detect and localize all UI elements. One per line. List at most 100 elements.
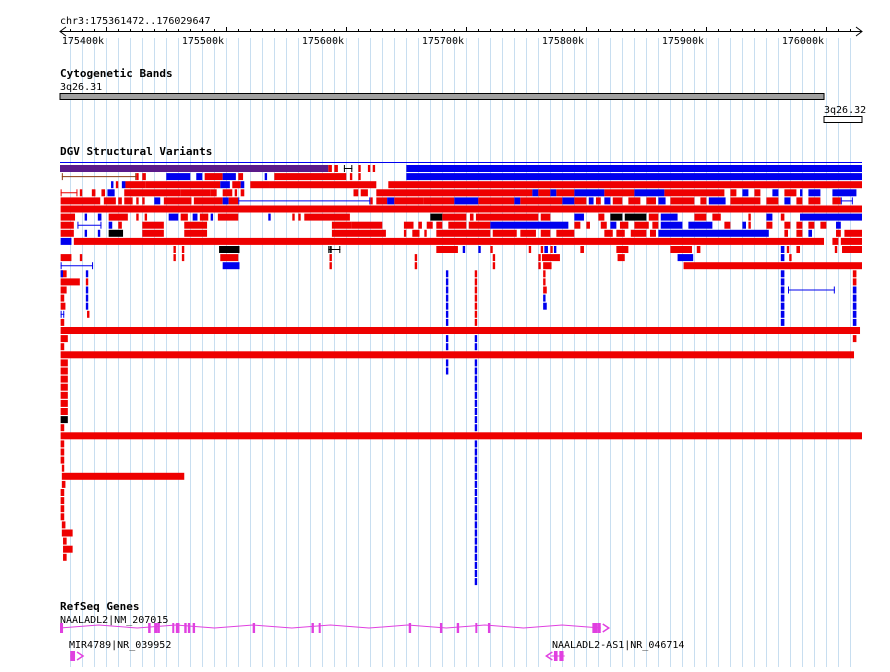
gene-exon[interactable] [311,623,314,633]
structural-variant[interactable] [166,173,191,181]
structural-variant[interactable] [478,197,515,205]
gene-exon[interactable] [439,623,443,633]
dgv-track[interactable] [60,162,863,586]
structural-variant[interactable] [780,254,785,262]
structural-variant[interactable] [628,197,641,205]
structural-variant[interactable] [61,521,66,529]
structural-variant[interactable] [660,213,678,221]
structural-variant[interactable] [660,221,683,229]
structural-variant[interactable] [264,173,268,181]
structural-variant[interactable] [789,254,792,262]
structural-variant[interactable] [204,173,223,181]
structural-variant[interactable] [60,270,64,278]
structural-variant[interactable] [423,197,455,205]
structural-variant[interactable] [474,408,478,415]
structural-variant[interactable] [60,432,863,440]
structural-variant[interactable] [784,197,791,205]
structural-variant[interactable] [836,229,841,237]
structural-variant[interactable] [532,189,539,197]
structural-variant[interactable] [85,302,89,310]
structural-variant[interactable] [852,318,857,326]
structural-variant[interactable] [832,237,839,245]
structural-variant[interactable] [462,246,466,253]
structural-variant[interactable] [474,513,478,521]
structural-variant[interactable] [677,254,694,262]
structural-variant[interactable] [474,464,478,472]
structural-variant[interactable] [436,221,443,229]
structural-variant[interactable] [474,278,478,286]
structural-variant[interactable] [780,294,785,302]
structural-variant[interactable] [617,254,625,262]
structural-variant[interactable] [683,262,862,270]
structural-variant[interactable] [490,221,569,229]
structural-variant[interactable] [61,529,73,537]
structural-variant[interactable] [97,229,101,237]
structural-variant[interactable] [808,197,821,205]
structural-variant[interactable] [652,221,659,229]
structural-variant[interactable] [394,197,424,205]
structural-variant[interactable] [173,254,176,262]
structural-variant[interactable] [436,246,458,253]
structural-variant[interactable] [766,221,773,229]
structural-variant[interactable] [796,221,803,229]
structural-variant[interactable] [184,229,208,237]
structural-variant[interactable] [442,213,467,221]
structural-variant[interactable] [474,570,478,577]
structural-variant[interactable] [612,197,623,205]
structural-variant[interactable] [60,221,74,229]
structural-variant[interactable] [658,197,666,205]
structural-variant[interactable] [60,416,68,424]
structural-variant[interactable] [842,246,862,253]
structural-variant[interactable] [406,165,862,172]
structural-variant[interactable] [103,197,116,205]
gene-exon[interactable] [192,623,196,633]
structural-variant[interactable] [492,229,517,237]
structural-variant[interactable] [367,165,371,172]
structural-variant[interactable] [474,424,478,432]
structural-variant[interactable] [60,278,80,286]
structural-variant[interactable] [353,189,359,197]
structural-variant[interactable] [474,561,478,569]
structural-variant[interactable] [780,213,785,221]
structural-variant[interactable] [403,229,407,237]
structural-variant[interactable] [329,254,332,262]
structural-variant[interactable] [60,497,65,505]
structural-variant[interactable] [372,165,376,172]
structural-variant[interactable] [724,221,731,229]
refseq-track[interactable]: NAALADL2|NM_207015 MIR4789|NR_039952 NAALA… [59,615,684,661]
structural-variant[interactable] [852,335,857,343]
structural-variant[interactable] [108,221,113,229]
structural-variant[interactable] [468,221,491,229]
structural-variant[interactable] [85,294,89,302]
structural-variant[interactable] [474,391,478,399]
structural-variant[interactable] [136,213,139,221]
structural-variant[interactable] [543,270,546,278]
structural-variant[interactable] [445,286,449,294]
cytoband-segment[interactable] [59,93,825,100]
structural-variant[interactable] [780,286,785,294]
structural-variant[interactable] [193,197,223,205]
structural-variant[interactable] [852,270,857,278]
structural-variant[interactable] [192,213,198,221]
structural-variant[interactable] [553,246,557,253]
structural-variant[interactable] [154,197,161,205]
structural-variant[interactable] [800,213,862,221]
gene-exon[interactable] [175,623,180,633]
structural-variant[interactable] [550,189,557,197]
structural-variant[interactable] [574,213,584,221]
structural-variant[interactable] [780,270,785,278]
structural-variant[interactable] [91,189,96,197]
structural-variant[interactable] [574,197,587,205]
structural-variant[interactable] [448,221,467,229]
structural-variant[interactable] [588,197,594,205]
structural-variant[interactable] [688,221,713,229]
ruler[interactable]: 175400k 175500k 175600k 175700k 175800k 17590… [59,26,863,47]
structural-variant[interactable] [852,310,857,318]
structural-variant[interactable] [836,221,841,229]
structural-variant[interactable] [232,181,241,189]
structural-variant[interactable] [634,221,649,229]
structural-variant[interactable] [60,408,68,415]
structural-variant[interactable] [142,221,164,229]
structural-variant[interactable] [556,229,575,237]
structural-variant[interactable] [370,197,373,205]
